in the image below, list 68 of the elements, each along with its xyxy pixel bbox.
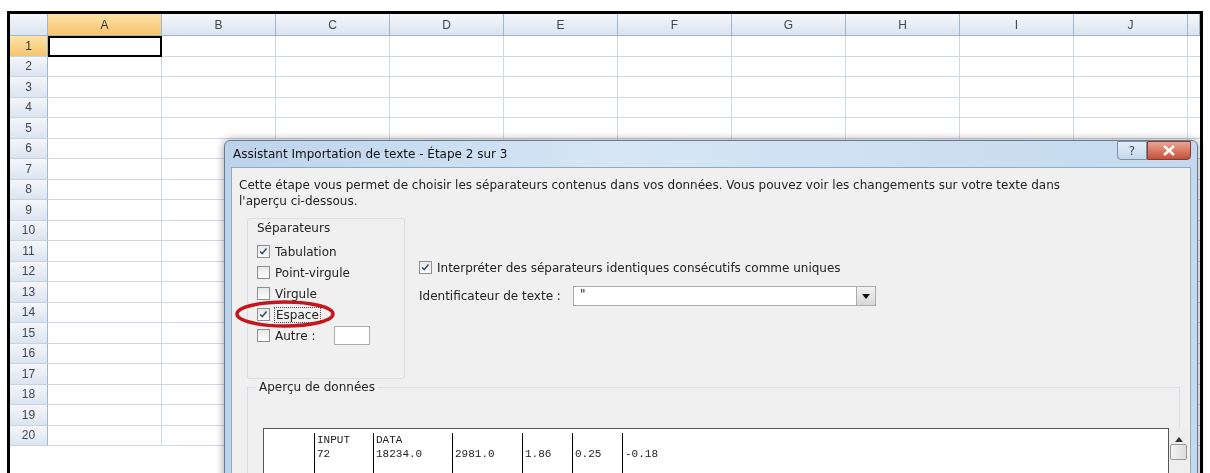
checkbox[interactable] [257, 287, 270, 300]
checkbox[interactable] [257, 308, 270, 321]
checkmark-icon [420, 262, 431, 273]
column-header[interactable]: F [618, 14, 732, 36]
checkbox-label: Virgule [275, 286, 317, 301]
column-header[interactable]: G [732, 14, 846, 36]
preview-cell-text: 18234.0 [376, 447, 424, 461]
row-header[interactable]: 5 [10, 118, 48, 139]
row-header[interactable]: 14 [10, 302, 48, 323]
preview-cell-text: 2981.0 [455, 447, 496, 461]
field-label: Identificateur de texte : [419, 289, 561, 303]
active-cell[interactable] [48, 36, 162, 57]
column-header[interactable]: I [960, 14, 1074, 36]
column-header[interactable]: J [1074, 14, 1188, 36]
row-header[interactable]: 17 [10, 364, 48, 385]
preview-cell-text: DATA [376, 433, 404, 447]
checkbox[interactable] [257, 329, 270, 342]
row-header[interactable]: 12 [10, 261, 48, 282]
checkbox-label: Point-virgule [275, 265, 350, 280]
row-header[interactable]: 3 [10, 77, 48, 98]
checkbox[interactable] [257, 245, 270, 258]
scroll-up-icon[interactable] [1174, 437, 1183, 442]
scroll-thumb[interactable] [1170, 444, 1187, 460]
row-header[interactable]: 6 [10, 138, 48, 159]
row-header[interactable]: 18 [10, 384, 48, 405]
row-header[interactable]: 15 [10, 323, 48, 344]
row-header[interactable]: 19 [10, 405, 48, 426]
column-header[interactable]: H [846, 14, 960, 36]
preview-cell-text: 0.25 [575, 447, 603, 461]
row-header[interactable]: 4 [10, 97, 48, 118]
column-header[interactable]: C [276, 14, 390, 36]
row-header[interactable]: 11 [10, 241, 48, 262]
caret-icon [861, 293, 870, 299]
checkbox-label: Autre : [275, 328, 316, 343]
row-header[interactable]: 1 [10, 36, 48, 57]
scrollbar[interactable] [1168, 428, 1188, 473]
help-button[interactable]: ? [1117, 141, 1147, 160]
preview-cell-text: INPUT [317, 433, 351, 447]
row-header[interactable]: 13 [10, 282, 48, 303]
row-header[interactable]: 10 [10, 220, 48, 241]
checkmark-icon [258, 246, 269, 257]
instruction-text: Cette étape vous permet de choisir les séparateurs contenus dans vos données. Vous pouvez voir les changements sur votre texte dans l'aperçu ci-dessous. [239, 177, 1062, 209]
row-header[interactable]: 7 [10, 159, 48, 180]
dialog-title: Assistant Importation de texte - Étape 2 sur 3 [232, 147, 509, 161]
preview-cell-text: -0.18 [625, 447, 659, 461]
preview-cell-text: 72 [317, 447, 332, 461]
group-title: Séparateurs [257, 221, 332, 235]
close-icon [1161, 145, 1177, 156]
row-header[interactable]: 20 [10, 425, 48, 446]
column-header[interactable]: D [390, 14, 504, 36]
column-header[interactable]: A [48, 14, 162, 36]
row-header[interactable]: 9 [10, 200, 48, 221]
column-header[interactable]: B [162, 14, 276, 36]
row-header[interactable]: 2 [10, 56, 48, 77]
checkbox-label: Tabulation [275, 244, 337, 259]
preview-cell-text: 1.86 [525, 447, 553, 461]
row-header[interactable]: 16 [10, 343, 48, 364]
checkbox[interactable] [419, 261, 432, 274]
checkbox[interactable] [257, 266, 270, 279]
group-title: Aperçu de données [257, 380, 377, 394]
column-header[interactable]: E [504, 14, 618, 36]
text-qualifier-dropdown[interactable]: " [572, 286, 876, 306]
checkbox-label: Interpréter des séparateurs identiques consécutifs comme uniques [437, 260, 841, 275]
checkmark-icon [258, 309, 269, 320]
input-field[interactable] [334, 326, 371, 345]
checkbox-label: Espace [275, 307, 320, 322]
close-button[interactable] [1147, 141, 1191, 160]
row-header[interactable]: 8 [10, 179, 48, 200]
